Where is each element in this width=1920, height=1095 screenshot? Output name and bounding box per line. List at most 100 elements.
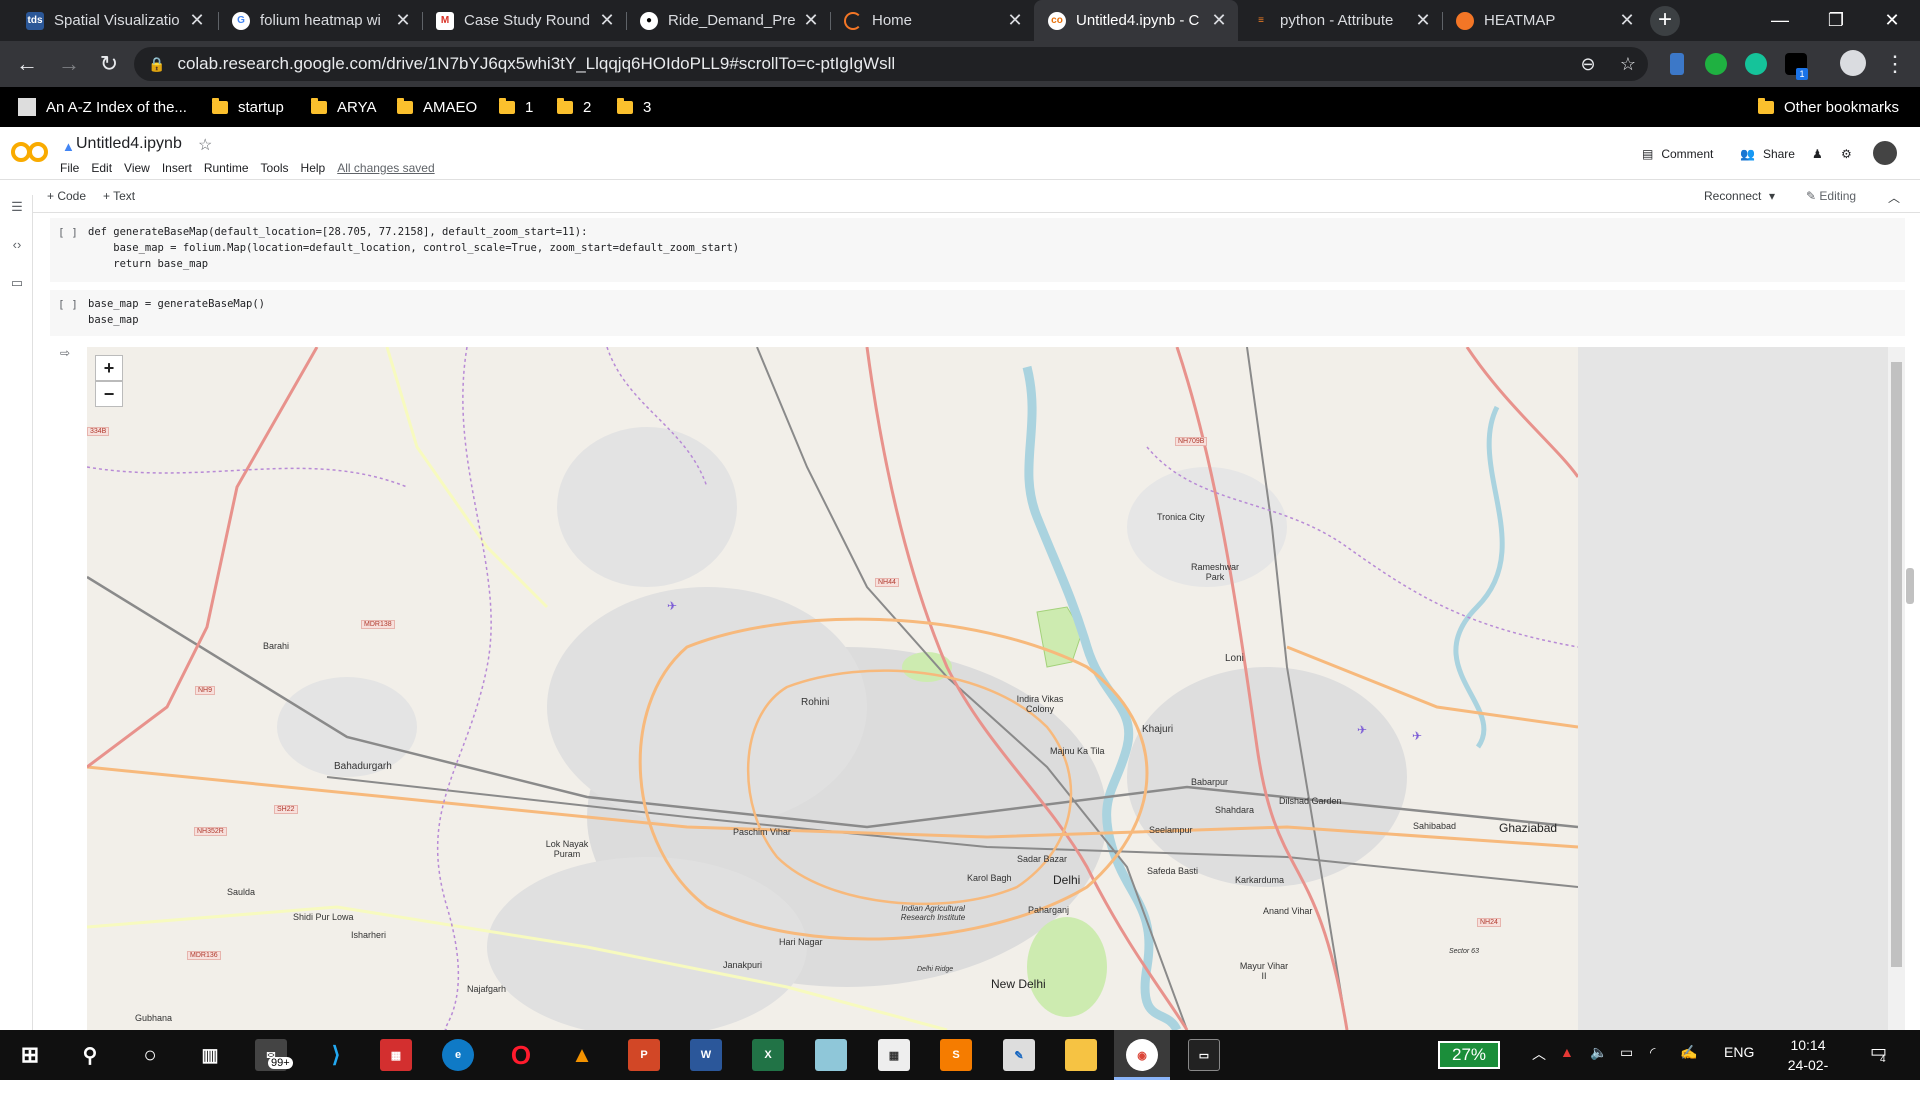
save-status[interactable]: All changes saved xyxy=(337,161,434,175)
close-tab-icon[interactable]: ✕ xyxy=(1006,10,1024,31)
vlc-icon[interactable]: ▲ xyxy=(566,1039,598,1071)
close-tab-icon[interactable]: ✕ xyxy=(394,10,412,31)
zoom-icon[interactable]: ⊖ xyxy=(1568,54,1608,75)
run-cell-button[interactable]: [ ] xyxy=(58,298,78,311)
battery-indicator[interactable]: 27% xyxy=(1438,1041,1500,1069)
menu-insert[interactable]: Insert xyxy=(162,161,192,175)
pen-icon[interactable]: ✍ xyxy=(1680,1044,1697,1061)
close-tab-icon[interactable]: ✕ xyxy=(802,10,820,31)
add-code-button[interactable]: + Code xyxy=(47,189,86,203)
reload-icon[interactable]: ↻ xyxy=(94,49,124,79)
collapse-chevron-icon[interactable]: ︿ xyxy=(1888,189,1900,206)
page-scrollbar-thumb[interactable] xyxy=(1906,568,1914,604)
new-tab-button[interactable]: + xyxy=(1650,6,1680,36)
code-cell[interactable]: [ ] def generateBaseMap(default_location… xyxy=(50,218,1905,282)
cortana-icon[interactable]: ○ xyxy=(134,1039,166,1071)
windows-start-icon[interactable]: ⊞ xyxy=(14,1039,46,1071)
sublime-icon[interactable]: S xyxy=(940,1039,972,1071)
edge-icon[interactable]: e xyxy=(442,1039,474,1071)
table-of-contents-icon[interactable]: ☰ xyxy=(9,199,25,215)
editing-mode-button[interactable]: ✎ Editing xyxy=(1806,189,1856,203)
zoom-in-button[interactable]: + xyxy=(95,355,123,381)
bookmark-2[interactable]: 2 xyxy=(557,87,591,127)
tab-ride-demand[interactable]: ● Ride_Demand_Pre ✕ xyxy=(626,0,830,41)
profile-avatar[interactable] xyxy=(1840,50,1866,76)
close-tab-icon[interactable]: ✕ xyxy=(1414,10,1432,31)
output-redirect-icon[interactable]: ⇨ xyxy=(60,346,76,360)
person-icon[interactable]: ♟ xyxy=(1812,147,1823,161)
mendeley-icon[interactable]: ▦ xyxy=(380,1039,412,1071)
bookmark-az-index[interactable]: An A-Z Index of the... xyxy=(18,87,187,127)
close-tab-icon[interactable]: ✕ xyxy=(1618,10,1636,31)
tab-case-study[interactable]: M Case Study Round ✕ xyxy=(422,0,626,41)
battery-icon[interactable]: ▭ xyxy=(1620,1044,1633,1061)
tab-heatmap[interactable]: HEATMAP ✕ xyxy=(1442,0,1646,41)
menu-help[interactable]: Help xyxy=(301,161,326,175)
address-bar[interactable]: 🔒 colab.research.google.com/drive/1N7bYJ… xyxy=(134,47,1648,81)
bookmark-startup[interactable]: startup xyxy=(212,87,284,127)
tray-app-icon[interactable]: ▲ xyxy=(1560,1044,1574,1060)
code-editor[interactable]: def generateBaseMap(default_location=[28… xyxy=(88,224,739,272)
code-cell[interactable]: [ ] base_map = generateBaseMap() base_ma… xyxy=(50,290,1905,336)
vscode-icon[interactable]: ⟩ xyxy=(320,1039,352,1071)
pdf-editor-icon[interactable]: ✎ xyxy=(1003,1039,1035,1071)
language-indicator[interactable]: ENG xyxy=(1724,1044,1754,1060)
file-explorer-icon[interactable] xyxy=(1065,1039,1097,1071)
show-hidden-icons-chevron-icon[interactable]: ︿ xyxy=(1532,1044,1546,1064)
search-icon[interactable]: ⚲ xyxy=(74,1039,106,1071)
opera-icon[interactable]: O xyxy=(505,1039,537,1071)
powerpoint-icon[interactable]: P xyxy=(628,1039,660,1071)
more-menu-icon[interactable]: ⋮ xyxy=(1880,49,1910,79)
chrome-icon[interactable]: ◉ xyxy=(1126,1039,1158,1071)
code-snippets-icon[interactable]: ‹› xyxy=(9,237,25,253)
wifi-icon[interactable]: ◜ xyxy=(1650,1044,1655,1061)
terminal-icon[interactable]: ▭ xyxy=(1188,1039,1220,1071)
tab-home[interactable]: Home ✕ xyxy=(830,0,1034,41)
volume-icon[interactable]: 🔈 xyxy=(1590,1044,1607,1061)
files-folder-icon[interactable]: ▭ xyxy=(9,275,25,291)
star-icon[interactable]: ☆ xyxy=(198,135,212,155)
zoom-out-button[interactable]: − xyxy=(95,381,123,407)
comment-button[interactable]: ▤ Comment xyxy=(1642,147,1713,161)
restore-button[interactable]: ❐ xyxy=(1808,0,1864,41)
bookmark-1[interactable]: 1 xyxy=(499,87,533,127)
tab-python-attribute[interactable]: ≡ python - Attribute ✕ xyxy=(1238,0,1442,41)
add-text-button[interactable]: + Text xyxy=(103,189,135,203)
excel-icon[interactable]: X xyxy=(752,1039,784,1071)
menu-file[interactable]: File xyxy=(60,161,79,175)
folium-map[interactable]: + − Delhi New Delhi Ghaziabad Bahadurgar… xyxy=(87,347,1578,1030)
share-button[interactable]: 👥 Share xyxy=(1740,147,1795,161)
colab-logo[interactable] xyxy=(10,139,50,165)
tab-spatial-visualization[interactable]: tds Spatial Visualizatio ✕ xyxy=(12,0,216,41)
minimize-button[interactable]: — xyxy=(1752,0,1808,41)
notebook-title[interactable]: Untitled4.ipynb xyxy=(76,135,182,153)
settings-gear-icon[interactable]: ⚙ xyxy=(1841,147,1852,161)
menu-edit[interactable]: Edit xyxy=(91,161,112,175)
chevron-down-icon[interactable]: ▾ xyxy=(1769,189,1775,203)
menu-tools[interactable]: Tools xyxy=(261,161,289,175)
other-bookmarks[interactable]: Other bookmarks xyxy=(1758,87,1899,127)
code-editor[interactable]: base_map = generateBaseMap() base_map xyxy=(88,296,265,328)
app-icon[interactable] xyxy=(815,1039,847,1071)
close-window-button[interactable]: ✕ xyxy=(1864,0,1920,41)
calculator-icon[interactable]: ▦ xyxy=(878,1039,910,1071)
close-tab-icon[interactable]: ✕ xyxy=(1210,10,1228,31)
download-extension-icon[interactable] xyxy=(1670,53,1684,75)
close-tab-icon[interactable]: ✕ xyxy=(598,10,616,31)
menu-runtime[interactable]: Runtime xyxy=(204,161,249,175)
bookmark-arya[interactable]: ARYA xyxy=(311,87,376,127)
menu-view[interactable]: View xyxy=(124,161,150,175)
tab-folium-heatmap[interactable]: G folium heatmap wi ✕ xyxy=(218,0,422,41)
extension-green-icon[interactable] xyxy=(1705,53,1727,75)
output-scrollbar-thumb[interactable] xyxy=(1891,362,1902,967)
run-cell-button[interactable]: [ ] xyxy=(58,226,78,239)
word-icon[interactable]: W xyxy=(690,1039,722,1071)
url-text[interactable]: colab.research.google.com/drive/1N7bYJ6q… xyxy=(177,54,1568,74)
back-icon[interactable]: ← xyxy=(12,49,42,79)
close-tab-icon[interactable]: ✕ xyxy=(188,10,206,31)
tab-untitled4[interactable]: co Untitled4.ipynb - C ✕ xyxy=(1034,0,1238,41)
reconnect-button[interactable]: Reconnect xyxy=(1704,189,1761,203)
system-clock[interactable]: 10:14 24-02-2020 xyxy=(1780,1035,1836,1095)
forward-icon[interactable]: → xyxy=(54,49,84,79)
bookmark-3[interactable]: 3 xyxy=(617,87,651,127)
